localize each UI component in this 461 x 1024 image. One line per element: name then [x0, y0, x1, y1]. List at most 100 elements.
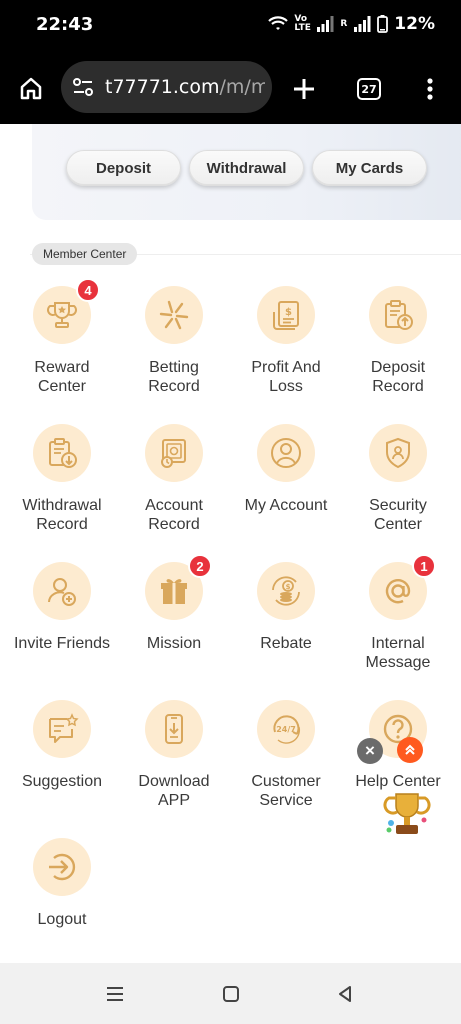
internal-message-label: Internal Message	[365, 635, 431, 671]
security-center-icon-wrap	[369, 424, 427, 482]
user-icon	[271, 438, 301, 468]
profit-and-loss-label: Profit And Loss	[251, 359, 321, 395]
my-account-icon-wrap	[257, 424, 315, 482]
download-app-icon-wrap	[145, 700, 203, 758]
menu-item-download-app[interactable]: Download APP	[118, 700, 230, 810]
customer-service-label: Customer Service	[251, 773, 321, 809]
menu-item-withdrawal-record[interactable]: Withdrawal Record	[6, 424, 118, 534]
logout-icon-wrap	[33, 838, 91, 896]
menu-item-my-account[interactable]: My Account	[230, 424, 342, 515]
customer-service-icon-wrap: 24/7	[257, 700, 315, 758]
menu-item-customer-service[interactable]: 24/7 Customer Service	[230, 700, 342, 810]
status-icons: Vo LTE R 12%	[268, 14, 435, 34]
deposit-record-label: Deposit Record	[370, 359, 426, 395]
phone-download-icon	[165, 714, 183, 744]
tabs-count: 27	[357, 78, 381, 100]
battery-percent: 12%	[394, 14, 435, 34]
signal-icon	[317, 16, 334, 32]
site-settings-icon[interactable]	[71, 75, 95, 99]
double-chevron-up-icon[interactable]	[397, 737, 423, 763]
wifi-icon	[268, 16, 289, 30]
betting-icon	[159, 300, 189, 330]
url-path: /m/me	[219, 76, 265, 98]
reward-center-icon-wrap: 4	[33, 278, 100, 344]
help-center-label: Help Center	[355, 773, 441, 790]
trophy-float-icon[interactable]	[382, 790, 432, 838]
url-host: t77771.com	[105, 76, 220, 98]
address-bar[interactable]: t77771.com/m/me	[61, 61, 272, 113]
at-sign-icon	[385, 579, 411, 604]
signal-icon-2	[354, 16, 371, 32]
close-icon[interactable]: ×	[357, 738, 383, 764]
recents-icon[interactable]	[103, 983, 127, 1005]
tab-switcher-icon[interactable]: 27	[355, 76, 383, 102]
menu-item-rebate[interactable]: $ Rebate	[230, 562, 342, 653]
system-nav-bar	[0, 963, 461, 1024]
menu-item-security-center[interactable]: Security Center	[342, 424, 454, 534]
support-24-7-icon: 24/7	[273, 715, 301, 744]
roaming-label: R	[340, 18, 348, 29]
menu-item-mission[interactable]: 2 Mission	[118, 554, 230, 653]
withdrawal-button[interactable]: Withdrawal	[189, 150, 304, 186]
internal-message-icon-wrap: 1	[369, 554, 436, 620]
account-record-icon	[161, 439, 186, 468]
menu-item-betting-record[interactable]: Betting Record	[118, 286, 230, 396]
suggestion-label: Suggestion	[21, 773, 103, 790]
invite-user-icon	[48, 578, 76, 606]
suggestion-icon-wrap	[33, 700, 91, 758]
back-icon[interactable]	[333, 982, 357, 1006]
mission-icon-wrap: 2	[145, 554, 212, 620]
menu-item-account-record[interactable]: Account Record	[118, 424, 230, 534]
deposit-clipboard-icon	[385, 300, 413, 330]
menu-item-internal-message[interactable]: 1 Internal Message	[342, 554, 454, 672]
logout-label: Logout	[37, 911, 87, 928]
my-account-label: My Account	[244, 497, 328, 514]
internal-message-badge: 1	[412, 554, 436, 578]
svg-text:$: $	[286, 583, 291, 591]
home-icon[interactable]	[16, 74, 46, 102]
security-center-label: Security Center	[369, 497, 427, 533]
download-app-label: Download APP	[138, 773, 210, 809]
battery-icon	[377, 15, 389, 33]
status-bar: 22:43 Vo LTE R 12%	[0, 0, 461, 50]
rebate-icon-wrap: $	[257, 562, 315, 620]
home-square-icon[interactable]	[219, 982, 243, 1006]
trophy-icon	[47, 302, 77, 328]
withdrawal-clipboard-icon	[49, 438, 77, 468]
gift-icon	[161, 579, 187, 604]
more-menu-icon[interactable]	[420, 74, 440, 104]
account-record-label: Account Record	[145, 497, 203, 533]
menu-item-profit-and-loss[interactable]: $ Profit And Loss	[230, 286, 342, 396]
browser-toolbar: t77771.com/m/me 27	[0, 50, 461, 124]
deposit-record-icon-wrap	[369, 286, 427, 344]
menu-item-logout[interactable]: Logout	[6, 838, 118, 929]
invite-friends-icon-wrap	[33, 562, 91, 620]
menu-item-suggestion[interactable]: Suggestion	[6, 700, 118, 791]
chat-star-icon	[49, 713, 79, 743]
menu-item-reward-center[interactable]: 4 Reward Center	[6, 278, 118, 396]
rebate-label: Rebate	[260, 635, 312, 652]
new-tab-icon[interactable]	[291, 76, 317, 102]
menu-item-deposit-record[interactable]: Deposit Record	[342, 286, 454, 396]
svg-text:$: $	[285, 307, 292, 318]
withdrawal-record-icon-wrap	[33, 424, 91, 482]
logout-icon	[49, 853, 76, 881]
betting-record-label: Betting Record	[148, 359, 200, 395]
volte-label: Vo LTE	[294, 14, 311, 33]
svg-text:24/7: 24/7	[276, 725, 296, 734]
ledger-icon: $	[273, 301, 299, 330]
member-center-label: Member Center	[32, 243, 138, 265]
reward-center-label: Reward Center	[34, 359, 90, 395]
invite-friends-label: Invite Friends	[13, 635, 111, 652]
my-cards-button[interactable]: My Cards	[312, 150, 427, 186]
withdrawal-record-label: Withdrawal Record	[22, 497, 102, 533]
reward-center-badge: 4	[76, 278, 100, 302]
profit-loss-icon-wrap: $	[257, 286, 315, 344]
betting-record-icon-wrap	[145, 286, 203, 344]
coins-icon: $	[272, 576, 300, 606]
url-text[interactable]: t77771.com/m/me	[105, 76, 265, 98]
account-record-icon-wrap	[145, 424, 203, 482]
deposit-button[interactable]: Deposit	[66, 150, 181, 186]
menu-item-invite-friends[interactable]: Invite Friends	[6, 562, 118, 653]
shield-icon	[386, 437, 410, 469]
